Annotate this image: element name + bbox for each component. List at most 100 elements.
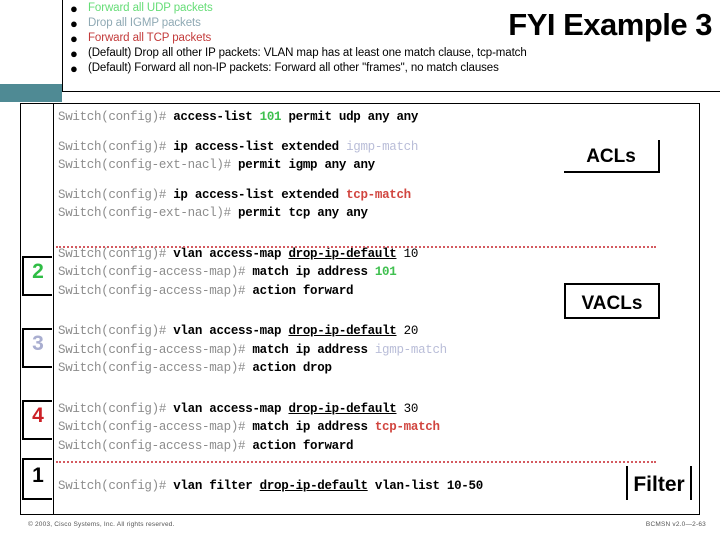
page-title: FYI Example 3: [508, 7, 712, 42]
code-spacer: [58, 127, 658, 138]
cli-vlan-map-name: drop-ip-default: [288, 246, 397, 261]
cli-command: permit igmp any any: [230, 158, 375, 172]
cli-command: vlan filter: [166, 479, 260, 493]
cli-prompt: Switch(config)#: [58, 110, 167, 124]
step-marker-1: 1: [22, 458, 52, 500]
bullet-text: (Default) Drop all other IP packets: VLA…: [88, 47, 527, 59]
marker-column-divider: [53, 103, 54, 515]
cli-prompt: Switch(config)#: [58, 479, 167, 493]
header-vertical-rule: [62, 0, 63, 92]
slide-header: ● Forward all UDP packets ● Drop all IGM…: [0, 0, 720, 102]
code-spacer: [58, 378, 658, 389]
step-marker-label: 2: [32, 260, 44, 283]
cli-sequence: 20: [396, 324, 419, 338]
cli-prompt: Switch(config-ext-nacl)#: [58, 158, 231, 172]
cli-command: match ip address: [245, 342, 375, 357]
header-bottom-rule: [62, 91, 720, 92]
callout-vacls: VACLs: [564, 283, 660, 319]
bullet-dot-icon: ●: [70, 46, 78, 61]
cli-command: ip access-list extended: [166, 187, 347, 202]
callout-label: Filter: [633, 473, 685, 496]
cli-prompt: Switch(config)#: [58, 139, 167, 154]
list-item: ● (Default) Forward all non-IP packets: …: [70, 61, 499, 76]
cli-command: permit tcp any any: [230, 206, 368, 220]
cli-prompt: Switch(config)#: [58, 246, 167, 261]
callout-acls: ACLs: [564, 140, 660, 173]
cli-command: match ip address: [245, 420, 375, 434]
cli-command: action forward: [245, 283, 354, 298]
callout-label: ACLs: [586, 146, 636, 167]
cli-prompt: Switch(config-access-map)#: [58, 438, 246, 453]
footer-course-code: BCMSN v2.0—2-63: [645, 521, 706, 528]
code-line: Switch(config-access-map)# action drop: [58, 359, 658, 378]
code-line: Switch(config-access-map)# action forwar…: [58, 437, 658, 456]
step-marker-label: 3: [32, 332, 44, 355]
code-line: Switch(config)# vlan access-map drop-ip-…: [58, 322, 658, 341]
cli-command: vlan access-map: [166, 246, 289, 261]
step-marker-label: 1: [32, 464, 44, 487]
cli-sequence: 30: [396, 401, 419, 416]
bullet-text: Drop all IGMP packets: [88, 17, 201, 29]
cli-prompt: Switch(config)#: [58, 401, 167, 416]
list-item: ● Drop all IGMP packets: [70, 16, 470, 31]
step-marker-4: 4: [22, 400, 52, 440]
cli-prompt: Switch(config-access-map)#: [58, 265, 246, 279]
cli-command-rest: vlan-list 10-50: [367, 479, 483, 493]
bullet-dot-icon: ●: [70, 1, 78, 16]
cli-vlan-map-name: drop-ip-default: [288, 324, 397, 338]
code-line: Switch(config)# access-list 101 permit u…: [58, 108, 658, 127]
code-spacer: [58, 466, 658, 477]
cli-prompt: Switch(config)#: [58, 324, 167, 338]
callout-filter: Filter: [626, 466, 692, 500]
code-line: Switch(config-ext-nacl)# permit tcp any …: [58, 204, 658, 223]
code-line: Switch(config)# vlan access-map drop-ip-…: [58, 400, 658, 419]
cli-command: match ip address: [245, 265, 375, 279]
cli-sequence: 10: [396, 246, 419, 261]
cli-prompt: Switch(config-access-map)#: [58, 342, 246, 357]
cli-prompt: Switch(config-access-map)#: [58, 420, 246, 434]
code-line: Switch(config)# ip access-list extended …: [58, 186, 658, 205]
cli-prompt: Switch(config-access-map)#: [58, 283, 246, 298]
bullet-text: Forward all UDP packets: [88, 2, 213, 14]
cli-vlan-map-name: drop-ip-default: [288, 401, 397, 416]
decorative-teal-block: [0, 84, 62, 102]
step-marker-label: 4: [32, 404, 44, 427]
cli-command-rest: permit udp any any: [281, 110, 419, 124]
code-line: Switch(config)# vlan filter drop-ip-defa…: [58, 477, 658, 496]
summary-bullet-list: ● Forward all UDP packets ● Drop all IGM…: [70, 1, 527, 76]
cli-acl-number: 101: [259, 110, 282, 124]
step-marker-2: 2: [22, 256, 52, 296]
bullet-dot-icon: ●: [70, 31, 78, 46]
code-spacer: [58, 175, 658, 186]
list-item: ● Forward all UDP packets: [70, 1, 470, 16]
list-item: ● Forward all TCP packets: [70, 31, 470, 46]
code-spacer: [58, 389, 658, 400]
bullet-text: Forward all TCP packets: [88, 32, 212, 44]
cli-acl-name: tcp-match: [346, 187, 411, 202]
list-item: ● (Default) Drop all other IP packets: V…: [70, 46, 527, 61]
cli-acl-ref: 101: [374, 265, 397, 279]
cli-prompt: Switch(config)#: [58, 187, 167, 202]
cli-command: ip access-list extended: [166, 139, 347, 154]
bullet-dot-icon: ●: [70, 61, 78, 76]
code-spacer: [58, 234, 658, 245]
cli-acl-name: igmp-match: [346, 139, 419, 154]
cli-acl-ref: igmp-match: [374, 342, 447, 357]
cli-command: action forward: [245, 438, 354, 453]
cli-prompt: Switch(config-access-map)#: [58, 361, 246, 375]
code-line: Switch(config-access-map)# match ip addr…: [58, 418, 658, 437]
section-separator: [56, 246, 656, 248]
code-spacer: [58, 223, 658, 234]
code-line: Switch(config-access-map)# match ip addr…: [58, 263, 658, 282]
cli-vlan-map-name: drop-ip-default: [259, 479, 368, 493]
bullet-text: (Default) Forward all non-IP packets: Fo…: [88, 62, 499, 74]
footer-copyright: © 2003, Cisco Systems, Inc. All rights r…: [28, 521, 175, 528]
callout-label: VACLs: [581, 293, 643, 314]
bullet-dot-icon: ●: [70, 16, 78, 31]
cli-command: vlan access-map: [166, 324, 289, 338]
cli-command: action drop: [245, 361, 332, 375]
cli-command: vlan access-map: [166, 401, 289, 416]
section-separator: [56, 461, 656, 463]
code-line: Switch(config-access-map)# match ip addr…: [58, 341, 658, 360]
cli-acl-ref: tcp-match: [374, 420, 440, 434]
